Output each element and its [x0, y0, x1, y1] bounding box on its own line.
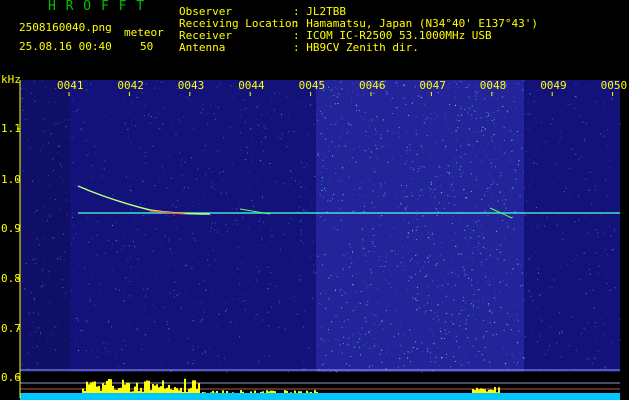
y-unit-label: kHz: [1, 73, 21, 86]
mode-label: meteor: [124, 26, 164, 39]
hrofft-window: H R O F F T 2508160040.png 25.08.16 00:4…: [0, 0, 629, 400]
time-tick-label: 0042: [117, 79, 144, 92]
time-tick-label: 0044: [238, 79, 265, 92]
time-tick-label: 0049: [540, 79, 567, 92]
mode-value: 50: [140, 40, 154, 53]
spectrogram-left-band: [20, 80, 70, 372]
y-tick-label: 1.0: [1, 173, 21, 186]
noise-burst-band: [316, 80, 524, 372]
y-tick-label: 0.6: [1, 371, 21, 384]
y-tick-label: 0.7: [1, 322, 21, 335]
time-tick-label: 0045: [298, 79, 326, 92]
time-tick-label: 0047: [419, 79, 446, 92]
antenna-value: : HB9CV Zenith dir.: [293, 41, 419, 54]
time-tick-label: 0043: [177, 79, 205, 92]
file-name: 2508160040.png: [19, 21, 112, 34]
y-tick-label: 0.8: [1, 272, 21, 285]
antenna-label: Antenna: [179, 41, 226, 54]
timestamp: 25.08.16 00:40: [19, 40, 112, 53]
time-tick-label: 0046: [359, 79, 386, 92]
noise-floor-bar: [20, 393, 620, 400]
y-tick-label: 0.9: [1, 222, 21, 235]
time-tick-label: 0048: [479, 79, 507, 92]
time-tick-label: 0041: [57, 79, 84, 92]
spectrogram-canvas: [17, 80, 621, 400]
time-tick-label: 0050: [600, 79, 628, 92]
y-tick-label: 1.1: [1, 122, 21, 135]
app-title: H R O F F T: [48, 0, 146, 14]
